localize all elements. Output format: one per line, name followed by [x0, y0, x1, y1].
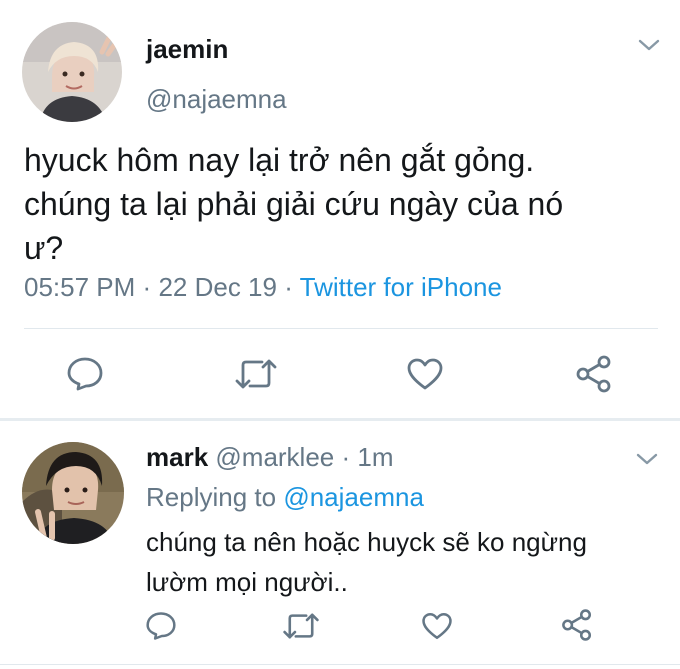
- chevron-down-icon: [638, 39, 660, 51]
- section-divider: [0, 418, 680, 421]
- meta-separator: ·: [284, 272, 293, 302]
- tweet-text: hyuck hôm nay lại trở nên gắt gỏng. chún…: [24, 138, 563, 270]
- avatar[interactable]: [22, 22, 122, 122]
- replying-to: Replying to @najaemna: [146, 482, 424, 513]
- retweet-icon: [283, 613, 319, 639]
- reply-handle[interactable]: @marklee: [215, 442, 334, 472]
- replying-to-link[interactable]: @najaemna: [283, 482, 424, 512]
- like-button[interactable]: [404, 354, 446, 394]
- reply-button[interactable]: [64, 354, 106, 394]
- tweet-text-line: ư?: [24, 230, 64, 266]
- display-name[interactable]: jaemin: [146, 34, 228, 65]
- meta-separator: ·: [341, 442, 351, 472]
- heart-icon: [422, 612, 452, 640]
- tweet-text-line: chúng ta lại phải giải cứu ngày của nó: [24, 186, 564, 222]
- reply-retweet-button[interactable]: [280, 608, 322, 644]
- user-handle[interactable]: @najaemna: [146, 84, 287, 115]
- bottom-divider: [0, 664, 680, 665]
- tweet-date[interactable]: 22 Dec 19: [158, 272, 277, 302]
- share-icon: [576, 355, 611, 393]
- tweet-time[interactable]: 05:57 PM: [24, 272, 135, 302]
- replying-to-label: Replying to: [146, 482, 277, 512]
- meta-separator: ·: [142, 272, 152, 302]
- reply-display-name[interactable]: mark: [146, 442, 208, 472]
- tweet-source-link[interactable]: Twitter for iPhone: [300, 272, 502, 302]
- reply-icon: [67, 357, 103, 391]
- reply-text-line: lườm mọi người..: [146, 567, 348, 597]
- reply-header: mark @marklee · 1m: [146, 442, 394, 473]
- reply-menu-button[interactable]: [636, 452, 658, 471]
- share-icon: [562, 609, 592, 641]
- tweet-text-line: hyuck hôm nay lại trở nên gắt gỏng.: [24, 142, 535, 178]
- reply-share-button[interactable]: [558, 606, 596, 644]
- chevron-down-icon: [636, 453, 658, 465]
- tweet-menu-button[interactable]: [638, 38, 660, 57]
- divider: [24, 328, 658, 329]
- reply-icon: [146, 612, 176, 640]
- retweet-button[interactable]: [232, 354, 280, 394]
- reply-text: chúng ta nên hoặc huyck sẽ ko ngừng lườm…: [146, 522, 587, 602]
- reply-reply-button[interactable]: [142, 608, 180, 644]
- reply-age[interactable]: 1m: [357, 442, 393, 472]
- retweet-icon: [235, 359, 277, 389]
- reply-avatar[interactable]: [22, 442, 124, 544]
- reply-like-button[interactable]: [418, 608, 456, 644]
- reply-text-line: chúng ta nên hoặc huyck sẽ ko ngừng: [146, 527, 587, 557]
- heart-icon: [407, 358, 443, 390]
- share-button[interactable]: [572, 352, 616, 396]
- tweet-meta: 05:57 PM · 22 Dec 19 · Twitter for iPhon…: [24, 272, 502, 303]
